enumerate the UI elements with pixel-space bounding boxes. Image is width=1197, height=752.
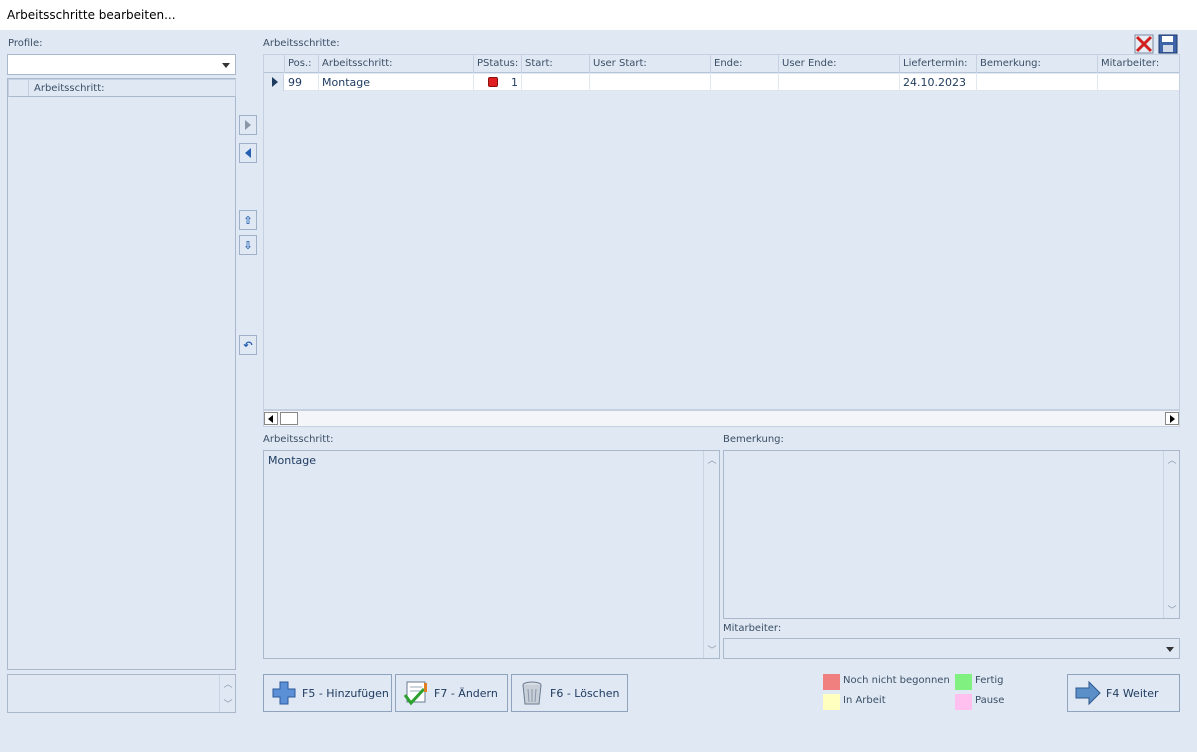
- next-button-label: F4 Weiter: [1106, 686, 1159, 700]
- legend-swatch-in-arbeit: [823, 694, 840, 710]
- undo-icon: ↶: [243, 338, 253, 352]
- profile-steps-header: Arbeitsschritt:: [8, 79, 236, 97]
- cell-mitarbeiter[interactable]: [1098, 74, 1179, 91]
- column-header-liefertermin[interactable]: Liefertermin:: [900, 55, 977, 73]
- row-selector-header: [264, 55, 285, 73]
- scroll-thumb[interactable]: [280, 412, 298, 425]
- arrow-right-icon: [245, 120, 251, 130]
- cell-arbeitsschritt[interactable]: Montage: [319, 74, 474, 91]
- scroll-down-icon[interactable]: ﹀: [220, 697, 236, 710]
- legend-label-in-arbeit: In Arbeit: [843, 695, 886, 706]
- bemerkung-detail-label: Bemerkung:: [723, 434, 784, 445]
- cell-pos[interactable]: 99: [285, 74, 319, 91]
- arbeitsschritt-textarea[interactable]: Montage ︿ ﹀: [263, 450, 720, 659]
- profile-steps-column-label: Arbeitsschritt:: [34, 83, 105, 94]
- mitarbeiter-dropdown[interactable]: [723, 638, 1180, 659]
- profile-steps-list[interactable]: [7, 78, 236, 670]
- delete-button-label: F6 - Löschen: [550, 686, 620, 700]
- pstatus-value: 1: [511, 76, 518, 89]
- scroll-down-icon[interactable]: ﹀: [704, 643, 720, 656]
- column-header-arbeitsschritt[interactable]: Arbeitsschritt:: [319, 55, 474, 73]
- move-down-button[interactable]: ⇩: [239, 235, 257, 255]
- add-button-label: F5 - Hinzufügen: [302, 686, 389, 700]
- cancel-icon[interactable]: [1134, 34, 1154, 54]
- column-header-user-ende[interactable]: User Ende:: [779, 55, 900, 73]
- save-icon[interactable]: [1158, 34, 1178, 54]
- chevron-down-icon: [222, 63, 230, 68]
- column-header-user-start[interactable]: User Start:: [590, 55, 711, 73]
- table-horizontal-scrollbar[interactable]: [263, 410, 1180, 427]
- undo-button[interactable]: ↶: [239, 335, 257, 355]
- remove-step-from-list-button[interactable]: [239, 143, 257, 163]
- arbeitsschritte-label: Arbeitsschritte:: [263, 38, 340, 49]
- mitarbeiter-label: Mitarbeiter:: [723, 623, 782, 634]
- scroll-left-button[interactable]: [264, 412, 278, 425]
- bemerkung-textarea[interactable]: ︿ ﹀: [723, 450, 1180, 619]
- arbeitsschritte-table[interactable]: Pos.: Arbeitsschritt: PStatus: Start: Us…: [263, 54, 1180, 410]
- scroll-left-icon: [268, 415, 273, 423]
- legend-swatch-noch-nicht-begonnen: [823, 674, 840, 690]
- delete-button[interactable]: F6 - Löschen: [511, 674, 628, 712]
- status-red-icon: [488, 77, 498, 87]
- next-button[interactable]: F4 Weiter: [1067, 674, 1180, 712]
- scroll-right-icon: [1170, 415, 1175, 423]
- scroll-right-button[interactable]: [1165, 412, 1179, 425]
- bemerkung-scrollbar[interactable]: ︿ ﹀: [1163, 451, 1179, 618]
- table-row[interactable]: 99 Montage 1 24.10.2023: [264, 74, 1179, 91]
- row-selector[interactable]: [264, 74, 284, 91]
- cell-start[interactable]: [522, 74, 590, 91]
- profile-dropdown[interactable]: [7, 54, 236, 75]
- arrow-right-icon: [1075, 680, 1101, 706]
- move-up-button[interactable]: ⇧: [239, 210, 257, 230]
- current-row-icon: [272, 77, 278, 87]
- arbeitsschritt-detail-label: Arbeitsschritt:: [263, 434, 334, 445]
- row-selector-header: [9, 80, 29, 96]
- chevron-down-icon: [1166, 647, 1174, 652]
- edit-button[interactable]: F7 - Ändern: [395, 674, 508, 712]
- legend-label-pause: Pause: [975, 695, 1005, 706]
- column-header-pstatus[interactable]: PStatus:: [474, 55, 522, 73]
- profile-note-box[interactable]: ︿ ﹀: [7, 674, 236, 713]
- scroll-up-icon[interactable]: ︿: [220, 677, 236, 690]
- cell-user-start[interactable]: [590, 74, 711, 91]
- scroll-up-icon[interactable]: ︿: [704, 453, 720, 466]
- plus-icon: [272, 681, 296, 705]
- edit-button-label: F7 - Ändern: [434, 686, 498, 700]
- legend-swatch-fertig: [955, 674, 972, 690]
- legend-label-noch-nicht-begonnen: Noch nicht begonnen: [843, 675, 950, 686]
- legend-swatch-pause: [955, 694, 972, 710]
- scroll-down-icon[interactable]: ﹀: [1164, 603, 1180, 616]
- cell-user-ende[interactable]: [779, 74, 900, 91]
- column-header-ende[interactable]: Ende:: [711, 55, 779, 73]
- arrow-left-icon: [245, 148, 251, 158]
- profile-label: Profile:: [8, 38, 43, 49]
- arrow-up-icon: ⇧: [243, 213, 253, 227]
- add-step-to-list-button[interactable]: [239, 115, 257, 135]
- cell-ende[interactable]: [711, 74, 779, 91]
- profile-note-scrollbar[interactable]: ︿ ﹀: [219, 675, 235, 712]
- cell-pstatus[interactable]: 1: [474, 74, 522, 91]
- arbeitsschritt-scrollbar[interactable]: ︿ ﹀: [703, 451, 719, 658]
- cell-bemerkung[interactable]: [977, 74, 1098, 91]
- cell-liefertermin[interactable]: 24.10.2023: [900, 74, 977, 91]
- window-title: Arbeitsschritte bearbeiten...: [0, 0, 1197, 30]
- column-header-mitarbeiter[interactable]: Mitarbeiter:: [1098, 55, 1179, 73]
- column-header-bemerkung[interactable]: Bemerkung:: [977, 55, 1098, 73]
- arbeitsschritt-text: Montage: [268, 454, 316, 467]
- edit-check-icon: [403, 681, 427, 706]
- column-header-pos[interactable]: Pos.:: [285, 55, 319, 73]
- table-header: Pos.: Arbeitsschritt: PStatus: Start: Us…: [264, 55, 1179, 73]
- scroll-up-icon[interactable]: ︿: [1164, 453, 1180, 466]
- legend-label-fertig: Fertig: [975, 675, 1004, 686]
- column-header-start[interactable]: Start:: [522, 55, 590, 73]
- arrow-down-icon: ⇩: [243, 238, 253, 252]
- add-button[interactable]: F5 - Hinzufügen: [263, 674, 392, 712]
- trash-icon: [522, 681, 542, 705]
